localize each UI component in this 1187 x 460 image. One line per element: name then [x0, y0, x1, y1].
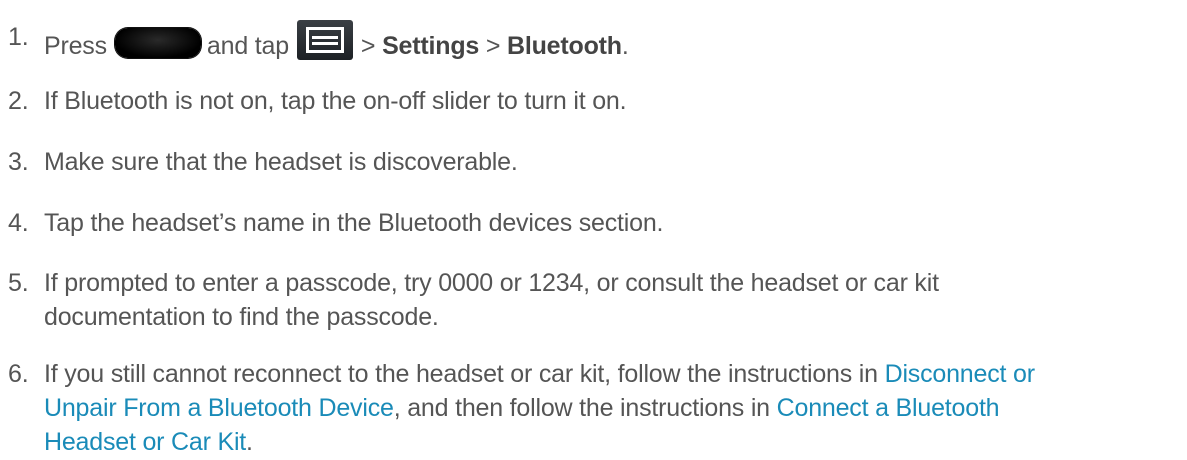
- link-text[interactable]: Unpair From a Bluetooth Device: [44, 394, 394, 422]
- step-number: 2.: [8, 87, 29, 115]
- step-number: 1.: [8, 23, 29, 51]
- menu-key-icon: [296, 20, 353, 60]
- step-body: Press and tap > Settings > Bluetooth.: [44, 20, 1169, 63]
- step-number: 5.: [8, 269, 29, 297]
- step-body: If you still cannot reconnect to the hea…: [44, 357, 1169, 459]
- bluetooth-label: Bluetooth: [507, 32, 622, 60]
- home-key-icon: [114, 28, 201, 58]
- menu-key-bar: [311, 42, 338, 45]
- step-number: 3.: [8, 148, 29, 176]
- separator: >: [485, 32, 501, 60]
- link-text[interactable]: Headset or Car Kit: [44, 428, 246, 456]
- step-text: Make sure that the headset is discoverab…: [44, 148, 518, 176]
- period: .: [621, 32, 629, 60]
- step-text: If you still cannot reconnect to the hea…: [44, 360, 878, 388]
- step-text: If Bluetooth is not on, tap the on-off s…: [44, 87, 627, 115]
- and-tap-text: and tap: [206, 32, 289, 60]
- period: .: [246, 428, 253, 456]
- link-text[interactable]: Disconnect or: [885, 360, 1035, 388]
- step-number: 6.: [8, 360, 29, 388]
- menu-key-frame: [305, 27, 344, 53]
- step-number: 4.: [8, 209, 29, 237]
- separator: >: [360, 32, 376, 60]
- press-text: Press: [44, 32, 107, 60]
- step-text-line: documentation to find the passcode.: [44, 303, 439, 331]
- step-text-line: If prompted to enter a passcode, try 000…: [44, 269, 939, 297]
- step-body: If prompted to enter a passcode, try 000…: [44, 266, 1169, 334]
- link-text[interactable]: Connect a Bluetooth: [777, 394, 1000, 422]
- step-text: Tap the headset’s name in the Bluetooth …: [44, 209, 664, 237]
- settings-label: Settings: [382, 32, 480, 60]
- menu-key-bar: [311, 36, 338, 39]
- step-text: , and then follow the instructions in: [393, 394, 770, 422]
